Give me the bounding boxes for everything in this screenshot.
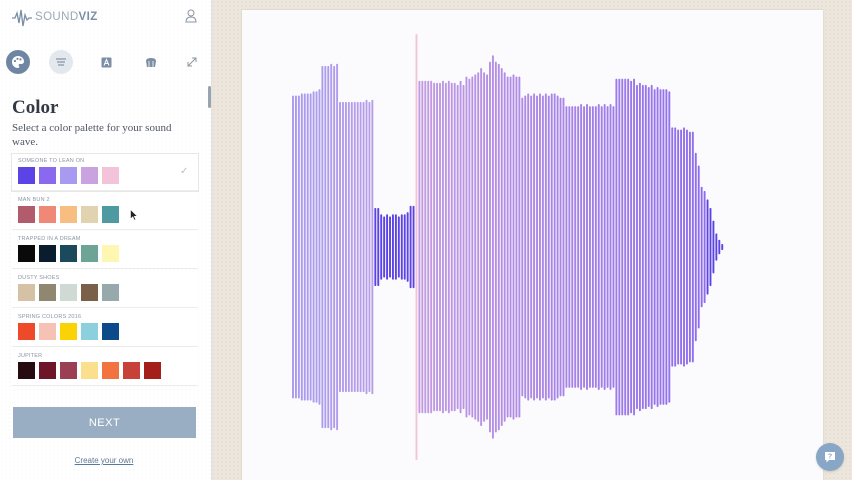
color-swatch [81, 362, 98, 379]
resize-icon [187, 57, 197, 67]
user-icon[interactable] [185, 9, 197, 23]
color-swatch [18, 284, 35, 301]
next-button[interactable]: NEXT [13, 407, 196, 438]
color-swatch [18, 323, 35, 340]
color-swatch [39, 362, 56, 379]
palette-name: TRAPPED IN A DREAM [18, 236, 81, 242]
tab-shape[interactable] [139, 50, 163, 74]
tab-text[interactable] [94, 50, 118, 74]
color-swatch [102, 284, 119, 301]
palette-option[interactable]: SPRING COLORS 2016 [12, 310, 198, 347]
brand-logo[interactable]: SOUNDVIZ [12, 8, 98, 28]
sidebar-scrollbar[interactable] [208, 86, 211, 108]
color-swatch [81, 206, 98, 223]
palette-name: MAN BUN 2 [18, 197, 50, 203]
sidebar: SOUNDVIZ Color Select a color palette fo… [0, 0, 212, 480]
color-swatch [102, 206, 119, 223]
color-swatch [60, 245, 77, 262]
color-swatch [18, 362, 35, 379]
color-swatch [102, 323, 119, 340]
color-swatch [81, 284, 98, 301]
palette-swatches [18, 167, 119, 184]
color-swatch [18, 206, 35, 223]
color-swatch [102, 245, 119, 262]
selected-check-icon: ✓ [180, 166, 189, 177]
color-swatch [60, 167, 77, 184]
lines-icon [56, 58, 66, 66]
palette-icon [12, 56, 24, 68]
svg-text:?: ? [828, 454, 832, 461]
sound-wave [292, 34, 724, 460]
text-icon [101, 57, 111, 67]
shape-icon [146, 57, 156, 67]
palette-name: SPRING COLORS 2016 [18, 314, 82, 320]
color-swatch [60, 206, 77, 223]
tab-lines[interactable] [49, 50, 73, 74]
color-swatch [123, 362, 140, 379]
create-your-own-link[interactable]: Create your own [0, 456, 208, 465]
color-swatch [39, 323, 56, 340]
palette-swatches [18, 206, 119, 223]
color-swatch [144, 362, 161, 379]
color-swatch [81, 245, 98, 262]
palette-option[interactable]: JUPITER [12, 349, 198, 386]
palette-swatches [18, 362, 161, 379]
waveform-canvas[interactable] [242, 10, 823, 480]
tab-resize[interactable] [180, 50, 204, 74]
mouse-cursor-icon [130, 209, 138, 221]
palette-option[interactable]: TRAPPED IN A DREAM [12, 232, 198, 269]
palette-swatches [18, 323, 119, 340]
color-swatch [18, 245, 35, 262]
palette-swatches [18, 245, 119, 262]
palette-swatches [18, 284, 119, 301]
editor-toolbar [0, 46, 212, 78]
color-swatch [39, 167, 56, 184]
waveform-logo-icon [12, 9, 32, 27]
color-swatch [60, 362, 77, 379]
palette-option[interactable]: MAN BUN 2 [12, 193, 198, 230]
palette-name: DUSTY SHOES [18, 275, 60, 281]
palette-option[interactable]: DUSTY SHOES [12, 271, 198, 308]
color-swatch [102, 167, 119, 184]
color-swatch [39, 245, 56, 262]
color-swatch [18, 167, 35, 184]
color-swatch [81, 323, 98, 340]
help-button[interactable]: ? [816, 443, 844, 471]
brand-name-bold: VIZ [78, 11, 98, 24]
brand-name-light: SOUND [35, 11, 79, 24]
palette-name: SOMEONE TO LEAN ON [18, 158, 85, 164]
color-swatch [39, 206, 56, 223]
tab-palette[interactable] [6, 50, 30, 74]
color-swatch [39, 284, 56, 301]
palette-name: JUPITER [18, 353, 43, 359]
section-title: Color [12, 97, 59, 118]
color-swatch [81, 167, 98, 184]
palette-option[interactable]: SOMEONE TO LEAN ON ✓ [12, 154, 198, 191]
help-icon: ? [825, 452, 835, 463]
color-swatch [60, 323, 77, 340]
section-description: Select a color palette for your sound wa… [12, 122, 172, 148]
color-swatch [102, 362, 119, 379]
color-swatch [60, 284, 77, 301]
